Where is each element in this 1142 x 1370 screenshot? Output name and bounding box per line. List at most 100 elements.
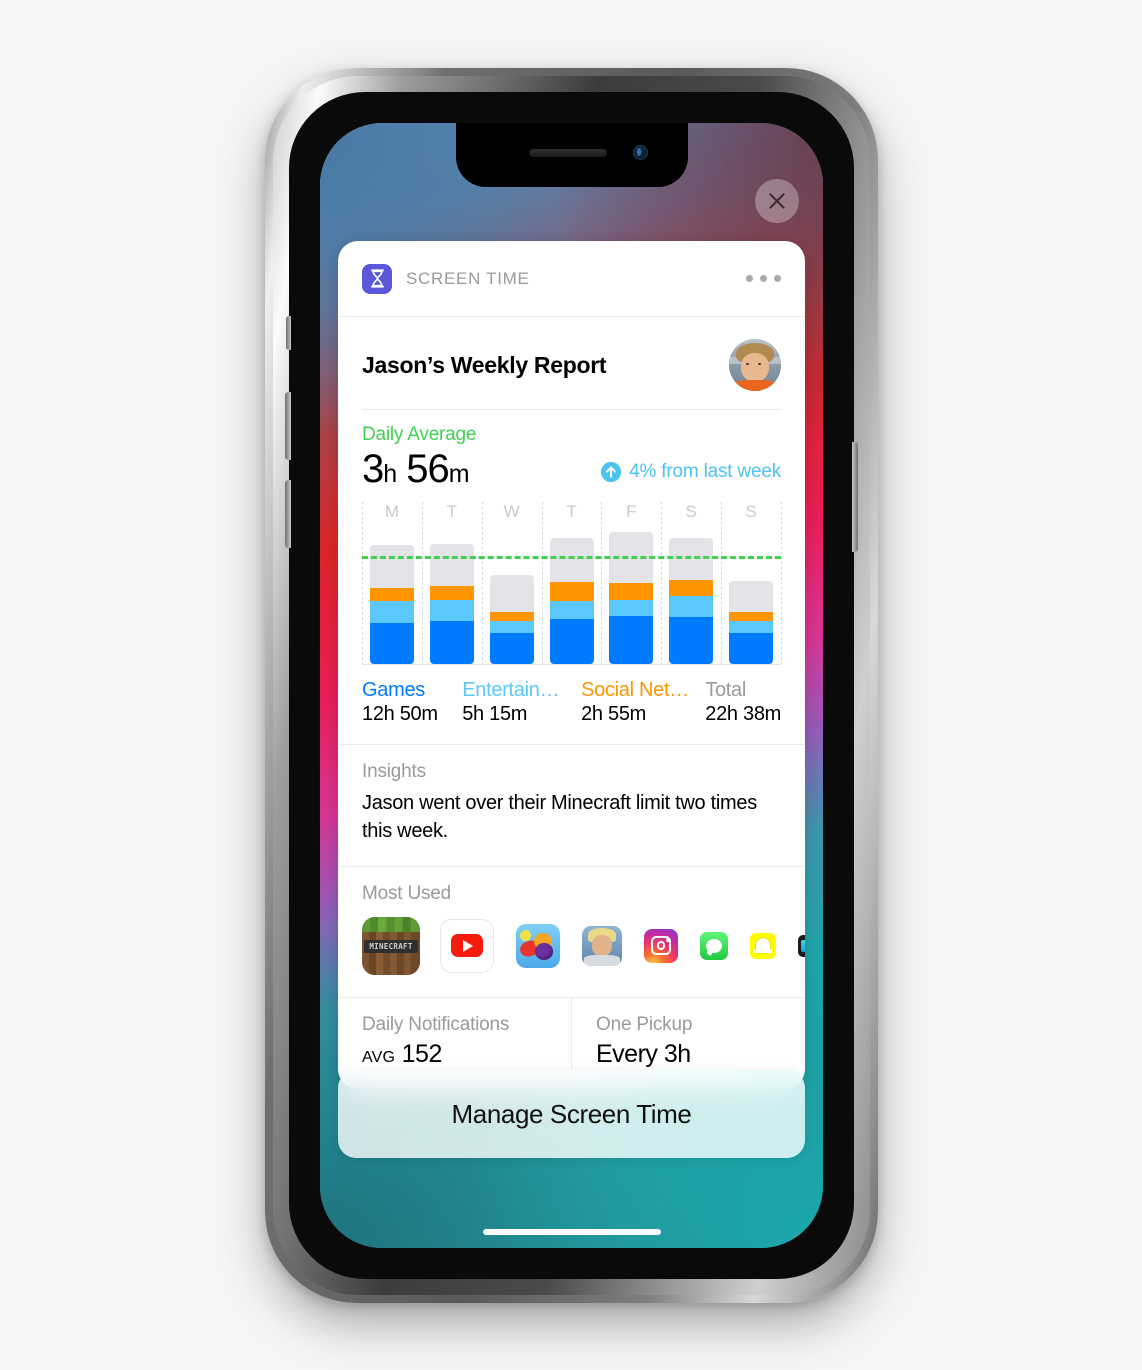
manage-screen-time-button[interactable]: Manage Screen Time — [338, 1070, 805, 1158]
more-options-icon — [746, 275, 753, 282]
chart-bar-4[interactable] — [601, 528, 661, 664]
app-icon-minecraft[interactable]: MINECRAFT — [362, 916, 420, 975]
legend-item-ent: Entertain… 5h 15m — [462, 679, 581, 726]
chart-bar-3[interactable] — [542, 528, 602, 664]
bar-segment-ent — [669, 595, 714, 618]
bar-segment-social — [489, 611, 534, 621]
phone-screen: SCREEN TIME Jason’s Weekly Report Daily … — [320, 123, 823, 1248]
legend-name: Entertain… — [462, 679, 560, 701]
bar-segment-games — [429, 620, 474, 664]
close-button[interactable] — [755, 179, 799, 223]
app-name-label: SCREEN TIME — [406, 268, 530, 288]
chart-day-label-1: T — [446, 502, 457, 521]
home-indicator[interactable] — [482, 1229, 661, 1235]
volume-up-button[interactable] — [285, 392, 291, 460]
legend-value: 2h 55m — [581, 703, 647, 725]
bar-segment-social — [549, 581, 594, 602]
insights-text: Jason went over their Minecraft limit tw… — [362, 792, 757, 843]
manage-screen-time-label: Manage Screen Time — [451, 1098, 692, 1129]
weekly-delta: 4% from last week — [600, 461, 781, 490]
device-notch — [455, 123, 688, 187]
bar-segment-social — [609, 582, 654, 601]
bar-segment-games — [549, 619, 594, 664]
earpiece-speaker — [528, 149, 607, 157]
bar-segment-ent — [489, 620, 534, 634]
chart-day-label-6: S — [745, 502, 757, 521]
average-hours-unit: h — [383, 460, 397, 488]
bar-segment-games — [609, 616, 654, 664]
app-limit-line — [362, 555, 781, 559]
legend-name: Total — [705, 679, 747, 701]
insights-label: Insights — [362, 761, 426, 782]
chart-plot-area — [362, 502, 782, 665]
chart-bar-5[interactable] — [661, 528, 721, 664]
chart-bar-2[interactable] — [482, 528, 542, 664]
insights-section: Insights Jason went over their Minecraft… — [338, 745, 805, 866]
legend-value: 5h 15m — [462, 703, 528, 725]
bar-segment-other — [489, 574, 534, 612]
legend-item-games: Games 12h 50m — [362, 679, 462, 726]
iphone-device-frame: SCREEN TIME Jason’s Weekly Report Daily … — [265, 68, 878, 1303]
daily-average-summary: Daily Average 3h 56m 4% from last week — [338, 410, 805, 490]
device-bezel: SCREEN TIME Jason’s Weekly Report Daily … — [285, 92, 858, 1279]
app-icon-fortnite[interactable] — [582, 925, 622, 966]
legend-name: Social Net… — [581, 679, 689, 701]
bar-segment-social — [669, 579, 714, 596]
app-icon-messages[interactable] — [700, 931, 728, 960]
most-used-app-list: MINECRAFT — [362, 916, 805, 975]
avatar — [729, 339, 781, 391]
page-title: Jason’s Weekly Report — [362, 351, 607, 378]
most-used-section: Most Used MINECRAFT — [338, 867, 805, 997]
bar-segment-other — [369, 545, 414, 588]
chart-day-label-0: M — [384, 502, 400, 521]
app-icon-tv[interactable] — [798, 934, 805, 957]
bar-segment-games — [489, 633, 534, 664]
legend-name: Games — [362, 679, 425, 701]
bar-segment-ent — [429, 600, 474, 621]
daily-average-row: 3h 56m 4% from last week — [362, 448, 781, 490]
stat-number: Every 3h — [596, 1039, 691, 1068]
volume-down-button[interactable] — [285, 480, 291, 548]
bar-segment-games — [729, 633, 774, 664]
bar-segment-ent — [369, 601, 414, 623]
bar-segment-games — [669, 617, 714, 664]
silent-switch[interactable] — [286, 316, 291, 350]
stat-label: Daily Notifications — [362, 1013, 510, 1035]
arrow-up-circle-icon — [601, 461, 622, 483]
report-title-row: Jason’s Weekly Report — [338, 317, 805, 391]
bar-segment-other — [429, 544, 474, 587]
app-icon-instagram[interactable] — [644, 928, 678, 963]
daily-average-label: Daily Average — [362, 424, 477, 445]
weekly-delta-label: 4% from last week — [629, 461, 781, 482]
weekly-usage-chart[interactable]: MTWTFSS — [362, 502, 782, 665]
chart-day-label-5: S — [685, 502, 697, 521]
screenshot-stage: SCREEN TIME Jason’s Weekly Report Daily … — [0, 0, 1142, 1370]
power-button[interactable] — [852, 442, 858, 552]
legend-value: 12h 50m — [362, 703, 438, 725]
stat-value: AVG 152 — [362, 1040, 547, 1069]
card-header: SCREEN TIME — [338, 241, 805, 317]
average-minutes: 56 — [406, 447, 449, 491]
app-icon-snapchat[interactable] — [750, 932, 776, 959]
screen-time-report-card: SCREEN TIME Jason’s Weekly Report Daily … — [338, 241, 805, 1089]
bar-segment-social — [729, 611, 774, 621]
stat-prefix: AVG — [362, 1048, 396, 1066]
front-camera — [632, 145, 648, 160]
chart-bar-0[interactable] — [362, 528, 422, 664]
chart-bar-1[interactable] — [422, 528, 482, 664]
more-options-button[interactable] — [746, 275, 781, 282]
stat-number: 152 — [401, 1039, 443, 1068]
chart-day-label-4: F — [626, 502, 637, 521]
bar-segment-ent — [609, 600, 654, 617]
stacked-bar — [429, 544, 474, 664]
chart-bar-6[interactable] — [721, 528, 781, 664]
chart-day-labels: MTWTFSS — [362, 502, 781, 528]
app-icon-candy-crush[interactable] — [516, 923, 560, 968]
stat-label: One Pickup — [596, 1013, 693, 1035]
bar-segment-other — [549, 538, 594, 582]
bar-segment-social — [429, 586, 474, 601]
app-icon-youtube[interactable] — [440, 918, 494, 973]
legend-item-total: Total 22h 38m — [705, 679, 781, 726]
average-minutes-unit: m — [448, 460, 470, 488]
close-icon — [769, 193, 785, 209]
